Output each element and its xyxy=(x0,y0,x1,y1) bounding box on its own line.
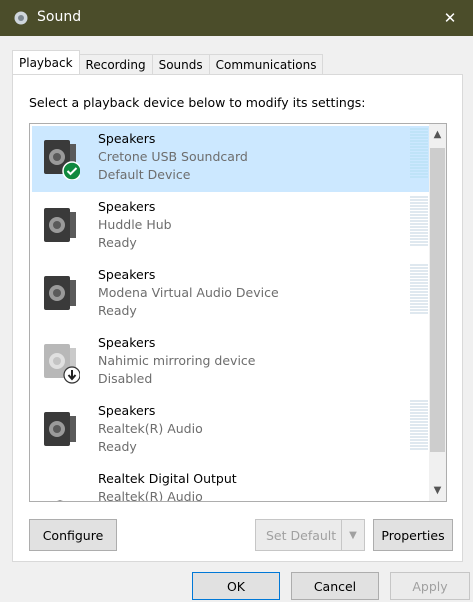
close-button[interactable]: ✕ xyxy=(427,0,473,36)
set-default-button[interactable]: Set Default ▼ xyxy=(255,519,365,551)
configure-button[interactable]: Configure xyxy=(29,519,117,551)
device-list-scrollbar[interactable]: ▲ ▼ xyxy=(429,124,446,501)
device-status: Ready xyxy=(98,303,137,318)
device-name: Realtek Digital Output xyxy=(98,471,237,486)
device-name: Speakers xyxy=(98,335,156,350)
device-description: Modena Virtual Audio Device xyxy=(98,285,279,300)
device-list[interactable]: Speakers Cretone USB Soundcard Default D… xyxy=(29,123,447,502)
speaker-icon xyxy=(44,344,80,384)
device-name: Speakers xyxy=(98,403,156,418)
device-item[interactable]: Speakers Cretone USB Soundcard Default D… xyxy=(32,126,436,192)
set-default-label: Set Default xyxy=(266,527,337,543)
device-status: Disabled xyxy=(98,371,153,386)
speaker-icon xyxy=(44,276,76,310)
green-check-icon xyxy=(62,161,80,180)
device-name: Speakers xyxy=(98,131,156,146)
tab-communications[interactable]: Communications xyxy=(208,54,324,74)
tab-strip: Playback Recording Sounds Communications xyxy=(12,50,324,74)
tab-recording[interactable]: Recording xyxy=(78,54,153,74)
volume-meter xyxy=(410,264,428,316)
device-name: Speakers xyxy=(98,199,156,214)
speaker-icon xyxy=(44,412,76,446)
title-bar: Sound ✕ xyxy=(0,0,473,36)
device-status: Ready xyxy=(98,235,137,250)
volume-meter xyxy=(410,128,428,180)
device-description: Cretone USB Soundcard xyxy=(98,149,248,164)
playback-panel: Select a playback device below to modify… xyxy=(12,74,463,562)
speaker-icon xyxy=(44,208,76,242)
device-description: Realtek(R) Audio xyxy=(98,421,203,436)
properties-button[interactable]: Properties xyxy=(373,519,453,551)
instruction-text: Select a playback device below to modify… xyxy=(29,95,366,110)
device-item[interactable]: Realtek Digital Output Realtek(R) Audio xyxy=(32,466,436,502)
device-item[interactable]: Speakers Modena Virtual Audio Device Rea… xyxy=(32,262,436,328)
device-status: Default Device xyxy=(98,167,191,182)
speaker-app-icon xyxy=(14,11,28,25)
window-title: Sound xyxy=(37,9,82,25)
device-item[interactable]: Speakers Realtek(R) Audio Ready xyxy=(32,398,436,464)
device-name: Speakers xyxy=(98,267,156,282)
cancel-button[interactable]: Cancel xyxy=(291,572,379,600)
volume-meter xyxy=(410,196,428,248)
scroll-thumb[interactable] xyxy=(430,148,445,452)
device-description: Realtek(R) Audio xyxy=(98,489,203,502)
scroll-up-icon[interactable]: ▲ xyxy=(429,126,446,143)
ok-button[interactable]: OK xyxy=(192,572,280,600)
volume-meter xyxy=(410,400,428,452)
digital-output-icon xyxy=(57,500,63,501)
apply-button[interactable]: Apply xyxy=(390,572,470,600)
tab-sounds[interactable]: Sounds xyxy=(151,54,210,74)
close-icon: ✕ xyxy=(443,9,457,27)
scroll-down-icon[interactable]: ▼ xyxy=(429,482,446,499)
device-item[interactable]: Speakers Huddle Hub Ready xyxy=(32,194,436,260)
device-description: Huddle Hub xyxy=(98,217,172,232)
tab-playback[interactable]: Playback xyxy=(12,50,80,74)
speaker-icon xyxy=(44,140,80,180)
device-description: Nahimic mirroring device xyxy=(98,353,256,368)
device-item[interactable]: Speakers Nahimic mirroring device Disabl… xyxy=(32,330,436,396)
chevron-down-icon[interactable]: ▼ xyxy=(341,520,364,550)
device-status: Ready xyxy=(98,439,137,454)
